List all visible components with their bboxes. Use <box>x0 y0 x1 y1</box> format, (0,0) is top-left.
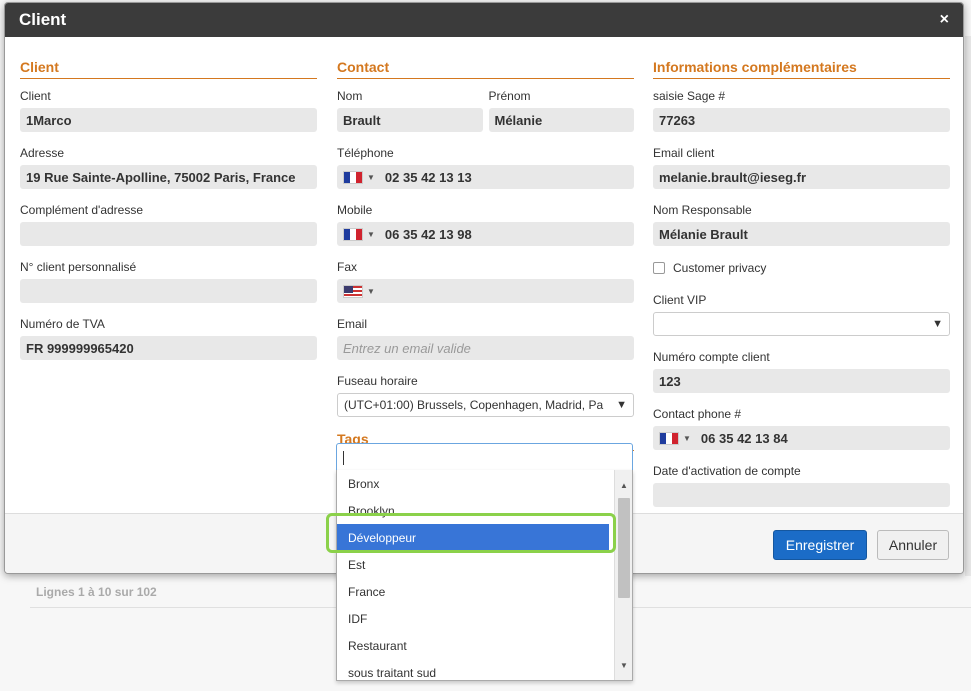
contact-phone-label: Contact phone # <box>653 407 742 421</box>
adresse-field[interactable]: 19 Rue Sainte-Apolline, 75002 Paris, Fra… <box>20 165 317 189</box>
tag-option[interactable]: Restaurant <box>337 632 609 659</box>
tag-option[interactable]: Est <box>337 551 609 578</box>
mobile-field[interactable]: ▼ 06 35 42 13 98 <box>337 222 634 246</box>
privacy-checkbox[interactable] <box>653 261 665 274</box>
cancel-button[interactable]: Annuler <box>877 530 949 560</box>
section-title-info: Informations complémentaires <box>653 39 950 79</box>
email-client-field[interactable]: melanie.brault@ieseg.fr <box>653 165 950 189</box>
privacy-label: Customer privacy <box>673 260 767 275</box>
tag-option[interactable]: IDF <box>337 605 609 632</box>
text-cursor <box>343 451 344 465</box>
mobile-label: Mobile <box>337 203 373 217</box>
tag-option[interactable]: Bronx <box>337 470 609 497</box>
prenom-field[interactable]: Mélanie <box>488 108 634 132</box>
scroll-up-icon[interactable]: ▲ <box>615 478 632 492</box>
france-flag-icon[interactable] <box>659 431 679 445</box>
info-column: Informations complémentaires saisie Sage… <box>653 39 950 521</box>
email-field[interactable]: Entrez un email valide <box>337 336 634 360</box>
activation-label: Date d'activation de compte <box>653 464 801 478</box>
fax-label: Fax <box>337 260 358 274</box>
tva-field[interactable]: FR 999999965420 <box>20 336 317 360</box>
complement-field[interactable] <box>20 222 317 246</box>
responsable-field[interactable]: Mélanie Brault <box>653 222 950 246</box>
privacy-row: Customer privacy <box>653 260 950 275</box>
contact-column: Contact Nom Brault Prénom Mélanie Téléph… <box>337 39 634 461</box>
scroll-thumb[interactable] <box>618 498 630 598</box>
sage-label: saisie Sage # <box>653 89 726 103</box>
tags-dropdown: Bronx Brooklyn Développeur Est France IDF Rest… <box>336 470 633 681</box>
pagination-text: Lignes 1 à 10 sur 102 <box>36 585 157 599</box>
timezone-value: (UTC+01:00) Brussels, Copenhagen, Madrid… <box>344 398 604 412</box>
contact-phone-field[interactable]: ▼ 06 35 42 13 84 <box>653 426 950 450</box>
compte-label: Numéro compte client <box>653 350 770 364</box>
scroll-down-icon[interactable]: ▼ <box>615 658 632 672</box>
prenom-label: Prénom <box>488 89 531 103</box>
fuseau-label: Fuseau horaire <box>337 374 418 388</box>
us-flag-icon[interactable] <box>343 284 363 298</box>
telephone-field[interactable]: ▼ 02 35 42 13 13 <box>337 165 634 189</box>
fax-field[interactable]: ▼ <box>337 279 634 303</box>
france-flag-icon[interactable] <box>343 170 363 184</box>
chevron-down-icon[interactable]: ▼ <box>683 434 691 443</box>
section-title-client: Client <box>20 39 317 79</box>
tag-option[interactable]: Développeur <box>337 524 609 551</box>
mobile-value: 06 35 42 13 98 <box>384 226 472 242</box>
save-button[interactable]: Enregistrer <box>773 530 867 560</box>
client-label: Client <box>20 89 51 103</box>
vip-select[interactable]: ▼ <box>653 312 950 336</box>
dropdown-arrow-icon: ▼ <box>932 318 943 330</box>
timezone-select[interactable]: (UTC+01:00) Brussels, Copenhagen, Madrid… <box>337 393 634 417</box>
section-title-contact: Contact <box>337 39 634 79</box>
chevron-down-icon[interactable]: ▼ <box>367 230 375 239</box>
num-client-field[interactable] <box>20 279 317 303</box>
tag-option[interactable]: sous traitant sud <box>337 659 609 680</box>
vip-label: Client VIP <box>653 293 707 307</box>
dropdown-arrow-icon: ▼ <box>616 399 627 411</box>
client-column: Client Client 1Marco Adresse 19 Rue Sain… <box>20 39 317 374</box>
scrollbar[interactable]: ▲ ▼ <box>614 470 632 680</box>
france-flag-icon[interactable] <box>343 227 363 241</box>
compte-field[interactable]: 123 <box>653 369 950 393</box>
chevron-down-icon[interactable]: ▼ <box>367 287 375 296</box>
nom-label: Nom <box>337 89 363 103</box>
responsable-label: Nom Responsable <box>653 203 752 217</box>
contact-phone-value: 06 35 42 13 84 <box>700 430 788 446</box>
email-client-label: Email client <box>653 146 715 160</box>
telephone-value: 02 35 42 13 13 <box>384 169 472 185</box>
chevron-down-icon[interactable]: ▼ <box>367 173 375 182</box>
telephone-label: Téléphone <box>337 146 394 160</box>
adresse-label: Adresse <box>20 146 65 160</box>
sage-field[interactable]: 77263 <box>653 108 950 132</box>
activation-field[interactable] <box>653 483 950 507</box>
email-label: Email <box>337 317 368 331</box>
tags-input[interactable] <box>336 443 633 471</box>
client-field[interactable]: 1Marco <box>20 108 317 132</box>
modal-header: Client × <box>5 3 963 37</box>
nom-field[interactable]: Brault <box>337 108 483 132</box>
modal-title: Client <box>19 10 67 29</box>
background-strip <box>965 36 971 576</box>
complement-label: Complément d'adresse <box>20 203 144 217</box>
tva-label: Numéro de TVA <box>20 317 105 331</box>
close-icon[interactable]: × <box>940 11 949 29</box>
tag-option[interactable]: Brooklyn <box>337 497 609 524</box>
num-client-label: N° client personnalisé <box>20 260 137 274</box>
tag-option[interactable]: France <box>337 578 609 605</box>
